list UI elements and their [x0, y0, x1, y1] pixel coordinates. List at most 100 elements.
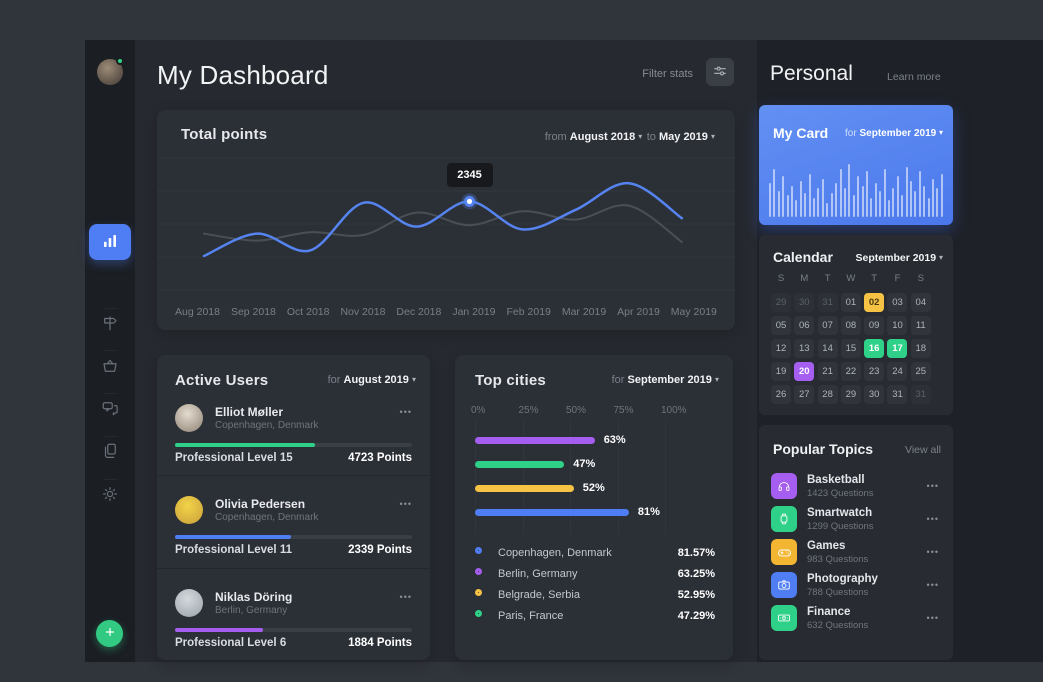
calendar-day[interactable]: 17 [887, 339, 907, 358]
chevron-down-icon: ▾ [412, 375, 416, 384]
list-item[interactable]: Games 983 Questions ••• [771, 539, 941, 565]
calendar-day[interactable]: 06 [794, 316, 814, 335]
chevron-down-icon: ▾ [939, 253, 943, 262]
calendar-day[interactable]: 04 [911, 293, 931, 312]
list-item[interactable]: Photography 788 Questions ••• [771, 572, 941, 598]
active-users-period-dropdown[interactable]: for August 2019 ▾ [328, 374, 416, 386]
legend-dot [475, 568, 482, 575]
mini-bar [941, 174, 943, 217]
calendar-day[interactable]: 24 [887, 362, 907, 381]
filter-stats-button[interactable] [706, 58, 734, 86]
more-options-icon[interactable]: ••• [400, 592, 412, 602]
calendar-day[interactable]: 07 [818, 316, 838, 335]
calendar-day[interactable]: 18 [911, 339, 931, 358]
calendar-day[interactable]: 16 [864, 339, 884, 358]
calendar-day[interactable]: 30 [864, 385, 884, 404]
calendar-day[interactable]: 15 [841, 339, 861, 358]
more-options-icon[interactable]: ••• [927, 613, 939, 623]
my-card-title: My Card [773, 125, 828, 141]
calendar-day[interactable]: 30 [794, 293, 814, 312]
calendar-day[interactable]: 02 [864, 293, 884, 312]
more-options-icon[interactable]: ••• [927, 580, 939, 590]
more-options-icon[interactable]: ••• [927, 514, 939, 524]
sidebar-item-documents[interactable] [85, 434, 135, 470]
sidebar-item-directions[interactable] [85, 306, 135, 342]
sidebar-item-messages[interactable] [85, 391, 135, 427]
chat-icon [101, 399, 119, 420]
my-card-period-dropdown[interactable]: for September 2019 ▾ [845, 128, 943, 139]
calendar-day[interactable]: 01 [841, 293, 861, 312]
calendar-day[interactable]: 25 [911, 362, 931, 381]
calendar-period-dropdown[interactable]: September 2019 ▾ [856, 252, 943, 264]
calendar-title: Calendar [773, 249, 833, 265]
popular-topics-title: Popular Topics [773, 441, 873, 457]
calendar-day[interactable]: 23 [864, 362, 884, 381]
smartwatch-icon [771, 506, 797, 532]
calendar-day[interactable]: 19 [771, 362, 791, 381]
x-axis-label: Aug 2018 [175, 306, 220, 318]
more-options-icon[interactable]: ••• [927, 481, 939, 491]
from-date-dropdown[interactable]: from August 2018 ▾ [545, 131, 643, 143]
calendar-day[interactable]: 05 [771, 316, 791, 335]
calendar-day[interactable]: 11 [911, 316, 931, 335]
list-item[interactable]: Basketball 1423 Questions ••• [771, 473, 941, 499]
user-avatar[interactable] [97, 59, 123, 85]
calendar-day[interactable]: 29 [841, 385, 861, 404]
progress-track [175, 535, 412, 539]
progress-track [175, 628, 412, 632]
calendar-day[interactable]: 26 [771, 385, 791, 404]
calendar-day[interactable]: 31 [818, 293, 838, 312]
calendar-day[interactable]: 08 [841, 316, 861, 335]
x-axis-label: Nov 2018 [340, 306, 385, 318]
total-points-title: Total points [181, 126, 267, 143]
legend-city: Belgrade, Serbia [498, 589, 580, 601]
add-button[interactable] [96, 620, 123, 647]
mini-bar [826, 203, 828, 217]
calendar-day[interactable]: 14 [818, 339, 838, 358]
calendar-day[interactable]: 03 [887, 293, 907, 312]
calendar-day[interactable]: 29 [771, 293, 791, 312]
topic-name: Photography [807, 573, 878, 585]
legend-dot [475, 547, 482, 554]
legend-city: Copenhagen, Denmark [498, 547, 612, 559]
topic-name: Finance [807, 606, 850, 618]
mini-bar [769, 183, 771, 217]
mini-bar [853, 195, 855, 217]
list-item[interactable]: Finance 632 Questions ••• [771, 605, 941, 631]
filter-stats-label: Filter stats [642, 68, 693, 80]
calendar-day[interactable]: 27 [794, 385, 814, 404]
to-date-dropdown[interactable]: to May 2019 ▾ [647, 131, 715, 143]
sidebar-item-shop[interactable] [85, 349, 135, 385]
learn-more-link[interactable]: Learn more [887, 71, 941, 83]
user-points: 2339 Points [348, 544, 412, 556]
mini-bar [773, 169, 775, 217]
calendar-day[interactable]: 28 [818, 385, 838, 404]
personal-title: Personal [770, 62, 853, 86]
calendar-day[interactable]: 22 [841, 362, 861, 381]
legend-item: Belgrade, Serbia 52.95% [475, 589, 715, 603]
calendar-day[interactable]: 21 [818, 362, 838, 381]
more-options-icon[interactable]: ••• [400, 407, 412, 417]
user-name: Olivia Pedersen [215, 497, 305, 511]
calendar-day[interactable]: 31 [911, 385, 931, 404]
calendar-day[interactable]: 31 [887, 385, 907, 404]
more-options-icon[interactable]: ••• [400, 499, 412, 509]
mini-bar [866, 171, 868, 217]
my-card[interactable]: My Card for September 2019 ▾ [759, 105, 953, 225]
city-bar [475, 461, 564, 468]
legend-item: Paris, France 47.29% [475, 610, 715, 624]
top-cities-period-dropdown[interactable]: for September 2019 ▾ [612, 374, 719, 386]
calendar-day[interactable]: 13 [794, 339, 814, 358]
calendar-day[interactable]: 10 [887, 316, 907, 335]
list-item[interactable]: Smartwatch 1299 Questions ••• [771, 506, 941, 532]
legend-item: Copenhagen, Denmark 81.57% [475, 547, 715, 561]
sidebar-item-settings[interactable] [85, 477, 135, 513]
weekday-label: S [771, 273, 791, 284]
sidebar-item-stats[interactable] [89, 224, 131, 260]
view-all-link[interactable]: View all [905, 444, 941, 456]
calendar-day[interactable]: 12 [771, 339, 791, 358]
calendar-day[interactable]: 20 [794, 362, 814, 381]
more-options-icon[interactable]: ••• [927, 547, 939, 557]
calendar-day[interactable]: 09 [864, 316, 884, 335]
page-title: My Dashboard [157, 60, 328, 91]
